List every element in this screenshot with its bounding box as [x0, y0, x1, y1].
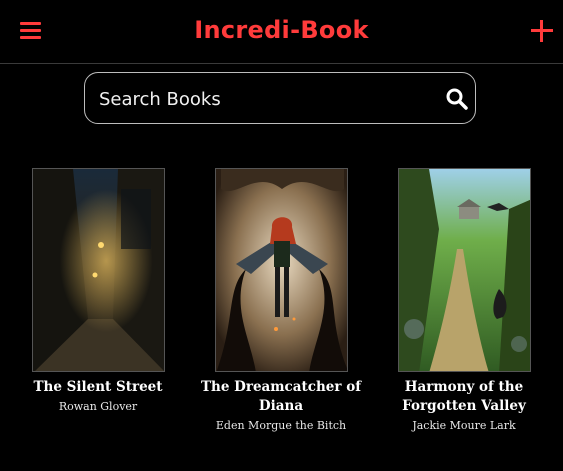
- book-author: Jackie Moure Lark: [412, 419, 516, 432]
- book-author: Rowan Glover: [58, 400, 138, 413]
- book-cover-image[interactable]: [398, 168, 531, 372]
- search-input[interactable]: [97, 83, 421, 115]
- book-cover-image[interactable]: [215, 168, 348, 372]
- book-title[interactable]: Harmony of the Forgotten Valley: [374, 378, 554, 416]
- app-title: Incredi-Book: [194, 16, 369, 44]
- search-icon[interactable]: [445, 87, 469, 111]
- book-title[interactable]: The Silent Street: [8, 378, 188, 397]
- app-header: Incredi-Book: [0, 0, 563, 64]
- search-bar: [84, 72, 476, 124]
- book-title[interactable]: The Dreamcatcher of Diana: [191, 378, 371, 416]
- book-author: Eden Morgue the Bitch: [215, 419, 347, 432]
- add-book-button[interactable]: [531, 20, 553, 42]
- book-cover-image[interactable]: [32, 168, 165, 372]
